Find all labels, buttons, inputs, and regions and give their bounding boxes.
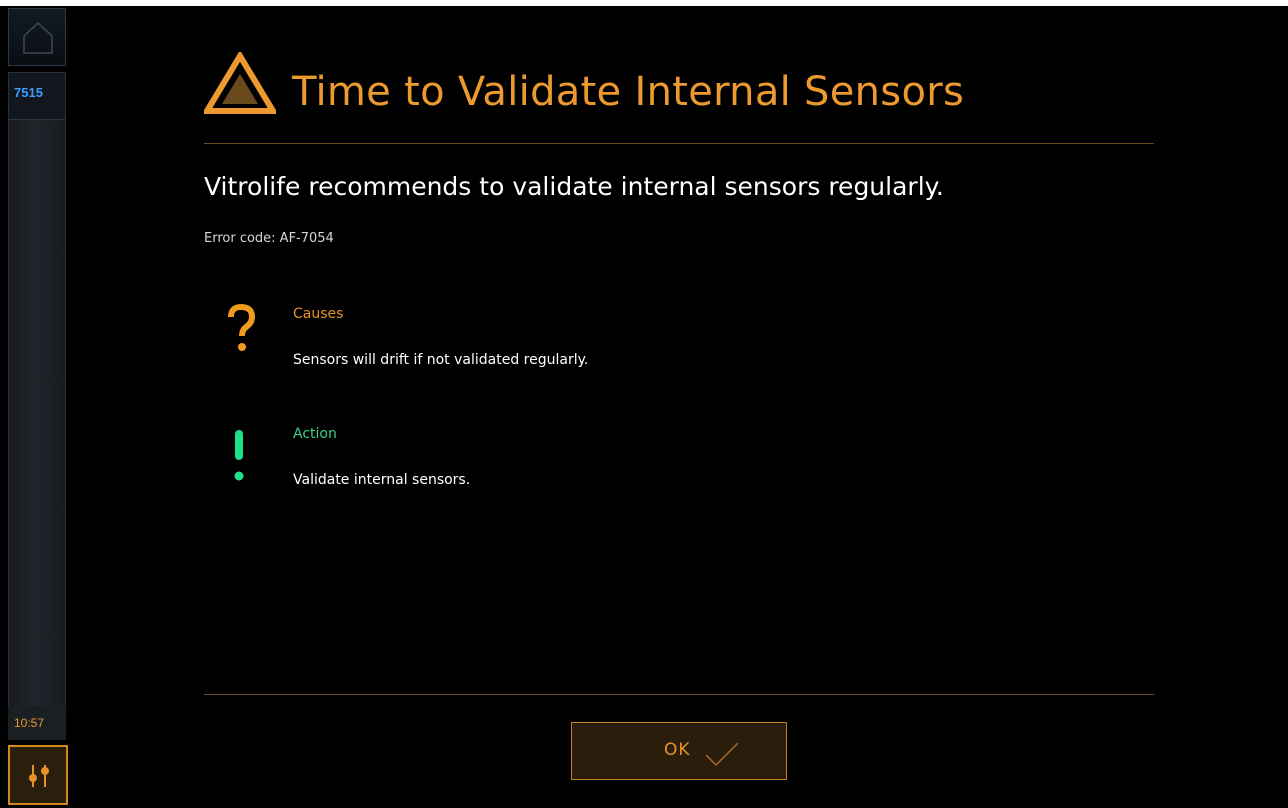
clock-panel: 10:57: [8, 706, 66, 740]
checkmark-icon: [705, 742, 739, 767]
causes-heading: Causes: [293, 306, 344, 322]
sidebar: 7515 10:57: [6, 6, 69, 808]
exclamation-icon: [234, 430, 244, 481]
title-divider: [204, 143, 1154, 144]
causes-text: Sensors will drift if not validated regu…: [293, 352, 589, 368]
alarm-dialog: Time to Validate Internal Sensors Vitrol…: [204, 6, 1154, 808]
incubator-panel: 7515: [8, 72, 66, 714]
dialog-message: Vitrolife recommends to validate interna…: [204, 172, 944, 201]
home-icon: [23, 21, 53, 54]
incubator-id: 7515: [14, 85, 43, 100]
footer-divider: [204, 694, 1154, 695]
dialog-title: Time to Validate Internal Sensors: [292, 69, 965, 115]
warning-triangle-icon: [204, 52, 276, 114]
ok-button[interactable]: OK: [571, 722, 787, 780]
clock-time: 10:57: [14, 716, 45, 730]
question-mark-icon: [228, 304, 256, 351]
screen: 7515 10:57 Time to Validate Internal Sen…: [0, 6, 1288, 808]
home-button[interactable]: [8, 8, 66, 66]
settings-button[interactable]: [8, 745, 68, 805]
error-code: Error code: AF-7054: [204, 231, 334, 246]
action-text: Validate internal sensors.: [293, 472, 471, 488]
action-heading: Action: [293, 426, 337, 442]
ok-button-label: OK: [664, 740, 691, 760]
sliders-icon: [29, 765, 49, 787]
incubator-id-badge[interactable]: 7515: [9, 73, 65, 120]
